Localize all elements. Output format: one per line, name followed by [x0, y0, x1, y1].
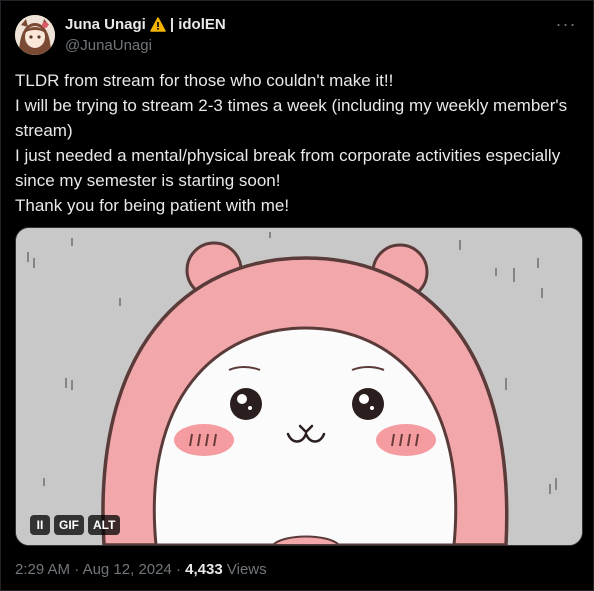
author-handle[interactable]: @JunaUnagi: [65, 37, 152, 54]
tweet-time[interactable]: 2:29 AM: [15, 561, 70, 578]
tweet-meta: 2:29 AM · Aug 12, 2024 · 4,433 Views: [15, 561, 267, 578]
tweet-line: TLDR from stream for those who couldn't …: [15, 71, 394, 90]
meta-separator: ·: [74, 561, 80, 578]
tweet-line: Thank you for being patient with me!: [15, 196, 290, 215]
gif-frame-illustration: [16, 228, 582, 545]
meta-separator: ·: [175, 561, 181, 578]
tweet-line: I just needed a mental/physical break fr…: [15, 146, 561, 190]
views-count: 4,433: [185, 561, 223, 578]
more-horizontal-icon[interactable]: ···: [555, 13, 577, 35]
tweet-text: TLDR from stream for those who couldn't …: [15, 68, 575, 218]
author-affiliation: | idolEN: [169, 16, 226, 33]
gif-media[interactable]: II GIF ALT: [15, 227, 583, 546]
gif-badge: GIF: [54, 515, 84, 535]
author-name-row[interactable]: Juna Unagi | idolEN: [65, 16, 226, 33]
tweet-line: I will be trying to stream 2-3 times a w…: [15, 96, 568, 140]
tweet-date[interactable]: Aug 12, 2024: [83, 561, 172, 578]
tweet-card: Juna Unagi | idolEN @JunaUnagi ··· TLDR …: [0, 0, 594, 591]
pause-button[interactable]: II: [30, 515, 50, 535]
gif-controls: II GIF ALT: [30, 515, 121, 535]
avatar-illustration: [15, 15, 55, 55]
avatar[interactable]: [15, 15, 55, 55]
author-display-name[interactable]: Juna Unagi: [65, 16, 146, 33]
views-label: Views: [226, 561, 267, 578]
alt-text-button[interactable]: ALT: [88, 515, 121, 535]
warning-icon: [150, 17, 166, 32]
